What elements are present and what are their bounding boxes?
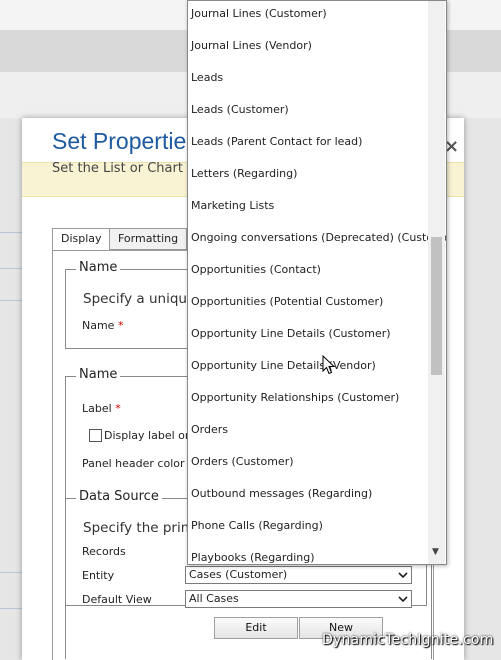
- list-item[interactable]: Journal Lines (Vendor): [191, 39, 312, 52]
- list-item[interactable]: Orders (Customer): [191, 455, 294, 468]
- name-group-legend: Name: [76, 260, 121, 275]
- list-item[interactable]: Ongoing conversations (Deprecated) (Cust…: [191, 231, 446, 244]
- display-label-checkbox[interactable]: [89, 429, 102, 442]
- entity-label: Entity: [82, 569, 115, 582]
- dialog-subtitle: Set the List or Chart p: [52, 161, 196, 176]
- data-source-instruction: Specify the prima: [83, 520, 203, 536]
- tab-display[interactable]: Display: [52, 228, 111, 251]
- dropdown-scroll-thumb[interactable]: [431, 237, 442, 375]
- list-item[interactable]: Leads (Customer): [191, 103, 289, 116]
- list-item[interactable]: Opportunity Line Details (Customer): [191, 327, 391, 340]
- list-item[interactable]: Opportunity Relationships (Customer): [191, 391, 399, 404]
- list-item[interactable]: Leads: [191, 71, 223, 84]
- watermark-text: DynamicTechIgnite.com: [322, 632, 494, 648]
- scroll-down-arrow-icon[interactable]: ▼: [432, 547, 439, 557]
- tab-formatting[interactable]: Formatting: [109, 228, 188, 250]
- name-label-text: Name: [82, 319, 115, 332]
- list-item[interactable]: Marketing Lists: [191, 199, 274, 212]
- dropdown-scrollbar[interactable]: ▼: [428, 1, 445, 564]
- label-label-text: Label: [82, 402, 112, 415]
- list-item[interactable]: Opportunity Line Details (Vendor): [191, 359, 376, 372]
- chevron-down-icon: [398, 572, 408, 579]
- records-dropdown-list[interactable]: Journal Lines (Customer) Journal Lines (…: [187, 0, 447, 565]
- display-label-text: Display label on f: [104, 429, 200, 442]
- mouse-cursor-icon: [322, 355, 336, 375]
- required-mark: *: [117, 319, 124, 332]
- default-view-label: Default View: [82, 593, 152, 606]
- app-right-panel: [464, 118, 501, 660]
- dialog-title: Set Properties: [52, 128, 198, 154]
- app-divider: [0, 300, 22, 301]
- list-item[interactable]: Outbound messages (Regarding): [191, 487, 372, 500]
- list-item[interactable]: Leads (Parent Contact for lead): [191, 135, 362, 148]
- list-item[interactable]: Orders: [191, 423, 228, 436]
- list-item[interactable]: Playbooks (Regarding): [191, 551, 315, 564]
- app-divider: [0, 232, 22, 233]
- data-source-legend: Data Source: [76, 489, 162, 504]
- label-group-legend: Name: [76, 367, 121, 382]
- required-mark: *: [115, 402, 121, 415]
- entity-select-value: Cases (Customer): [189, 568, 288, 581]
- default-view-select[interactable]: All Cases: [185, 590, 412, 608]
- records-label: Records: [82, 545, 126, 558]
- entity-select[interactable]: Cases (Customer): [185, 566, 412, 584]
- panel-header-color-label: Panel header color: [82, 457, 185, 470]
- list-item[interactable]: Opportunities (Potential Customer): [191, 295, 383, 308]
- chevron-down-icon: [398, 596, 408, 603]
- app-divider: [0, 268, 22, 269]
- label-label: Label *: [82, 402, 121, 415]
- list-item[interactable]: Phone Calls (Regarding): [191, 519, 323, 532]
- list-item[interactable]: Opportunities (Contact): [191, 263, 321, 276]
- app-divider: [0, 572, 22, 573]
- default-view-select-value: All Cases: [189, 592, 239, 605]
- edit-button[interactable]: Edit: [214, 617, 298, 639]
- list-item[interactable]: Journal Lines (Customer): [191, 7, 327, 20]
- app-left-panel: [0, 118, 22, 660]
- name-label: Name *: [82, 319, 123, 332]
- name-instruction: Specify a unique: [83, 291, 196, 307]
- list-item[interactable]: Letters (Regarding): [191, 167, 297, 180]
- app-divider: [0, 608, 22, 609]
